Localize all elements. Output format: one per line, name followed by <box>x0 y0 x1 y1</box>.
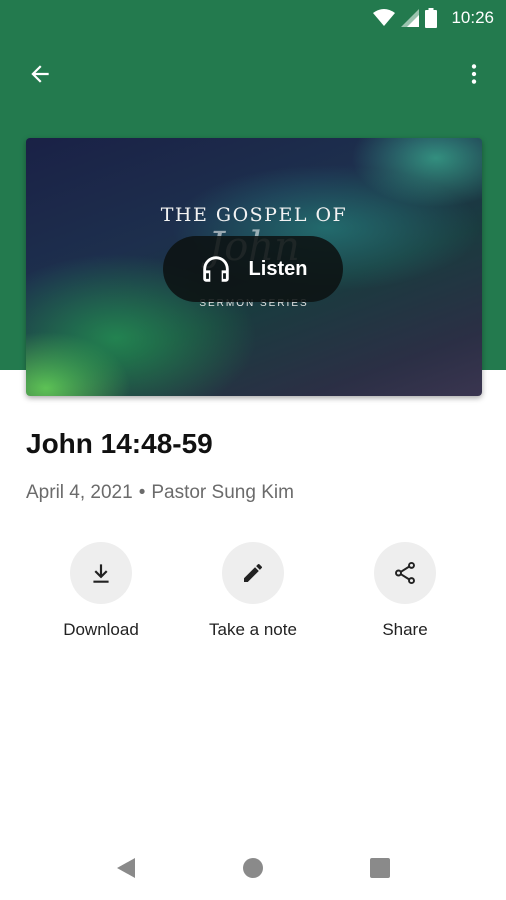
sermon-speaker: Pastor Sung Kim <box>151 482 294 503</box>
nav-recents-button[interactable] <box>360 852 400 884</box>
system-navigation-bar <box>0 832 506 900</box>
sermon-date: April 4, 2021 <box>26 482 133 503</box>
status-icons: 10:26 <box>373 6 494 30</box>
wifi-icon <box>373 9 396 26</box>
meta-separator: • <box>138 482 146 503</box>
share-label: Share <box>382 620 428 639</box>
nav-recents-icon <box>370 858 390 878</box>
download-label: Download <box>63 620 139 639</box>
edit-icon <box>244 563 263 582</box>
back-button[interactable] <box>16 50 64 98</box>
share-circle[interactable] <box>374 542 436 604</box>
top-app-bar <box>0 50 506 98</box>
take-note-label: Take a note <box>209 620 297 639</box>
status-bar: 10:26 <box>0 0 506 36</box>
nav-back-button[interactable] <box>106 852 146 884</box>
sermon-title: John 14:48-59 <box>26 428 213 459</box>
signal-icon <box>401 9 420 27</box>
share-button[interactable]: Share <box>330 542 480 640</box>
battery-icon <box>425 8 438 28</box>
nav-back-icon <box>117 858 135 878</box>
back-arrow-icon <box>31 65 49 83</box>
take-note-button[interactable]: Take a note <box>178 542 328 640</box>
more-vert-icon <box>471 64 477 84</box>
listen-button[interactable]: Listen <box>163 236 343 302</box>
status-time: 10:26 <box>451 8 494 27</box>
download-icon <box>93 564 109 583</box>
download-circle[interactable] <box>70 542 132 604</box>
nav-home-icon <box>243 858 263 878</box>
download-button[interactable]: Download <box>26 542 176 640</box>
sermon-artwork: THE GOSPEL OF John SERMON SERIES Listen <box>26 138 482 396</box>
headphones-icon <box>202 256 229 282</box>
sermon-meta: April 4, 2021 • Pastor Sung Kim <box>26 482 294 504</box>
nav-home-button[interactable] <box>233 852 273 884</box>
listen-label: Listen <box>248 257 308 280</box>
more-options-button[interactable] <box>450 50 498 98</box>
sermon-actions: Download Take a note Share <box>0 542 506 652</box>
share-icon <box>395 561 415 585</box>
artwork-title: THE GOSPEL OF <box>160 204 348 226</box>
take-note-circle[interactable] <box>222 542 284 604</box>
